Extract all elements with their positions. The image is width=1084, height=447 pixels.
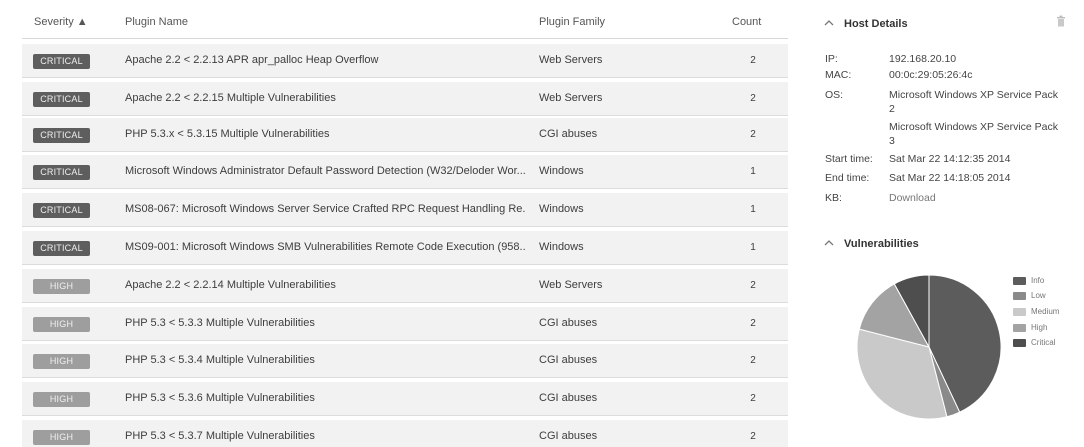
table-row[interactable]: HIGH PHP 5.3 < 5.3.7 Multiple Vulnerabil… <box>22 420 788 447</box>
column-header-plugin-name[interactable]: Plugin Name <box>125 7 188 37</box>
chevron-up-icon[interactable] <box>824 15 838 35</box>
vulnerabilities-header[interactable]: Vulnerabilities <box>824 234 919 254</box>
ip-value: 192.168.20.10 <box>889 53 957 65</box>
legend-label: Info <box>1031 276 1045 285</box>
table-row[interactable]: HIGH PHP 5.3 < 5.3.4 Multiple Vulnerabil… <box>22 344 788 378</box>
count-cell: 1 <box>750 242 756 253</box>
severity-badge: CRITICAL <box>33 54 90 69</box>
legend-swatch <box>1013 308 1026 316</box>
plugin-name-cell[interactable]: Microsoft Windows Administrator Default … <box>125 155 525 188</box>
count-cell: 1 <box>750 204 756 215</box>
os-value-2b: 3 <box>889 135 895 147</box>
table-row[interactable]: HIGH PHP 5.3 < 5.3.3 Multiple Vulnerabil… <box>22 307 788 341</box>
table-row[interactable]: CRITICAL MS08-067: Microsoft Windows Ser… <box>22 193 788 227</box>
severity-badge: HIGH <box>33 354 90 369</box>
plugin-family-cell: Web Servers <box>539 279 603 291</box>
kb-label: KB: <box>825 192 842 204</box>
count-cell: 2 <box>750 355 756 366</box>
plugin-name-cell[interactable]: PHP 5.3 < 5.3.3 Multiple Vulnerabilities <box>125 307 525 340</box>
side-panel: Host Details IP: 192.168.20.10 MAC: 00:0… <box>804 0 1084 447</box>
severity-badge: HIGH <box>33 317 90 332</box>
legend-label: Critical <box>1031 338 1056 347</box>
plugin-family-cell: CGI abuses <box>539 128 598 140</box>
ip-label: IP: <box>825 53 838 65</box>
severity-badge: CRITICAL <box>33 92 90 107</box>
severity-badge: CRITICAL <box>33 241 90 256</box>
plugin-name-cell[interactable]: PHP 5.3.x < 5.3.15 Multiple Vulnerabilit… <box>125 118 525 151</box>
legend-label: Low <box>1031 291 1046 300</box>
severity-badge: HIGH <box>33 392 90 407</box>
plugin-name-cell[interactable]: MS09-001: Microsoft Windows SMB Vulnerab… <box>125 231 525 264</box>
count-cell: 2 <box>750 93 756 104</box>
mac-label: MAC: <box>825 69 852 81</box>
start-time-label: Start time: <box>825 153 873 165</box>
plugin-family-cell: Windows <box>539 165 584 177</box>
table-row[interactable]: HIGH PHP 5.3 < 5.3.6 Multiple Vulnerabil… <box>22 382 788 416</box>
plugin-family-cell: CGI abuses <box>539 430 598 442</box>
plugin-name-cell[interactable]: PHP 5.3 < 5.3.7 Multiple Vulnerabilities <box>125 420 525 447</box>
table-row[interactable]: CRITICAL Apache 2.2 < 2.2.13 APR apr_pal… <box>22 44 788 78</box>
plugin-family-cell: Web Servers <box>539 92 603 104</box>
count-cell: 2 <box>750 55 756 66</box>
vulnerability-table: Severity ▲ Plugin Name Plugin Family Cou… <box>0 0 790 447</box>
plugin-name-cell[interactable]: Apache 2.2 < 2.2.13 APR apr_palloc Heap … <box>125 44 525 77</box>
plugin-family-cell: CGI abuses <box>539 392 598 404</box>
os-value-2a: Microsoft Windows XP Service Pack <box>889 121 1059 133</box>
legend-label: Medium <box>1031 307 1060 316</box>
severity-badge: HIGH <box>33 279 90 294</box>
os-value-1b: 2 <box>889 103 895 115</box>
vulnerabilities-title: Vulnerabilities <box>844 238 919 250</box>
mac-value: 00:0c:29:05:26:4c <box>889 69 973 81</box>
host-details-header[interactable]: Host Details <box>824 14 908 34</box>
table-row[interactable]: CRITICAL MS09-001: Microsoft Windows SMB… <box>22 231 788 265</box>
end-time-value: Sat Mar 22 14:18:05 2014 <box>889 172 1011 184</box>
legend-swatch <box>1013 277 1026 285</box>
severity-badge: CRITICAL <box>33 203 90 218</box>
severity-badge: CRITICAL <box>33 128 90 143</box>
plugin-family-cell: Web Servers <box>539 54 603 66</box>
plugin-family-cell: Windows <box>539 203 584 215</box>
legend-swatch <box>1013 324 1026 332</box>
count-cell: 2 <box>750 280 756 291</box>
host-details-title: Host Details <box>844 18 908 30</box>
column-header-severity[interactable]: Severity ▲ <box>34 7 88 37</box>
plugin-name-cell[interactable]: PHP 5.3 < 5.3.6 Multiple Vulnerabilities <box>125 382 525 415</box>
plugin-name-cell[interactable]: MS08-067: Microsoft Windows Server Servi… <box>125 193 525 226</box>
trash-icon[interactable] <box>1056 14 1066 27</box>
column-header-plugin-family[interactable]: Plugin Family <box>539 7 605 37</box>
legend-label: High <box>1031 323 1048 332</box>
start-time-value: Sat Mar 22 14:12:35 2014 <box>889 153 1011 165</box>
plugin-name-cell[interactable]: PHP 5.3 < 5.3.4 Multiple Vulnerabilities <box>125 344 525 377</box>
chevron-up-icon[interactable] <box>824 235 838 255</box>
kb-download-link[interactable]: Download <box>889 192 1079 204</box>
plugin-family-cell: CGI abuses <box>539 354 598 366</box>
count-cell: 2 <box>750 431 756 442</box>
plugin-name-cell[interactable]: Apache 2.2 < 2.2.14 Multiple Vulnerabili… <box>125 269 525 302</box>
plugin-name-cell[interactable]: Apache 2.2 < 2.2.15 Multiple Vulnerabili… <box>125 82 525 115</box>
end-time-label: End time: <box>825 172 870 184</box>
legend-swatch <box>1013 292 1026 300</box>
os-label: OS: <box>825 89 844 101</box>
table-row[interactable]: HIGH Apache 2.2 < 2.2.14 Multiple Vulner… <box>22 269 788 303</box>
column-header-count[interactable]: Count <box>732 7 761 37</box>
plugin-family-cell: Windows <box>539 241 584 253</box>
plugin-family-cell: CGI abuses <box>539 317 598 329</box>
count-cell: 2 <box>750 129 756 140</box>
count-cell: 2 <box>750 318 756 329</box>
severity-badge: HIGH <box>33 430 90 445</box>
table-row[interactable]: CRITICAL Microsoft Windows Administrator… <box>22 155 788 189</box>
header-divider <box>22 38 788 39</box>
table-row[interactable]: CRITICAL Apache 2.2 < 2.2.15 Multiple Vu… <box>22 82 788 116</box>
vulnerabilities-pie-chart <box>856 274 1002 420</box>
count-cell: 1 <box>750 166 756 177</box>
scan-results-view: Severity ▲ Plugin Name Plugin Family Cou… <box>0 0 1084 447</box>
count-cell: 2 <box>750 393 756 404</box>
legend-swatch <box>1013 339 1026 347</box>
table-row[interactable]: CRITICAL PHP 5.3.x < 5.3.15 Multiple Vul… <box>22 118 788 152</box>
severity-badge: CRITICAL <box>33 165 90 180</box>
os-value-1a: Microsoft Windows XP Service Pack <box>889 89 1059 101</box>
